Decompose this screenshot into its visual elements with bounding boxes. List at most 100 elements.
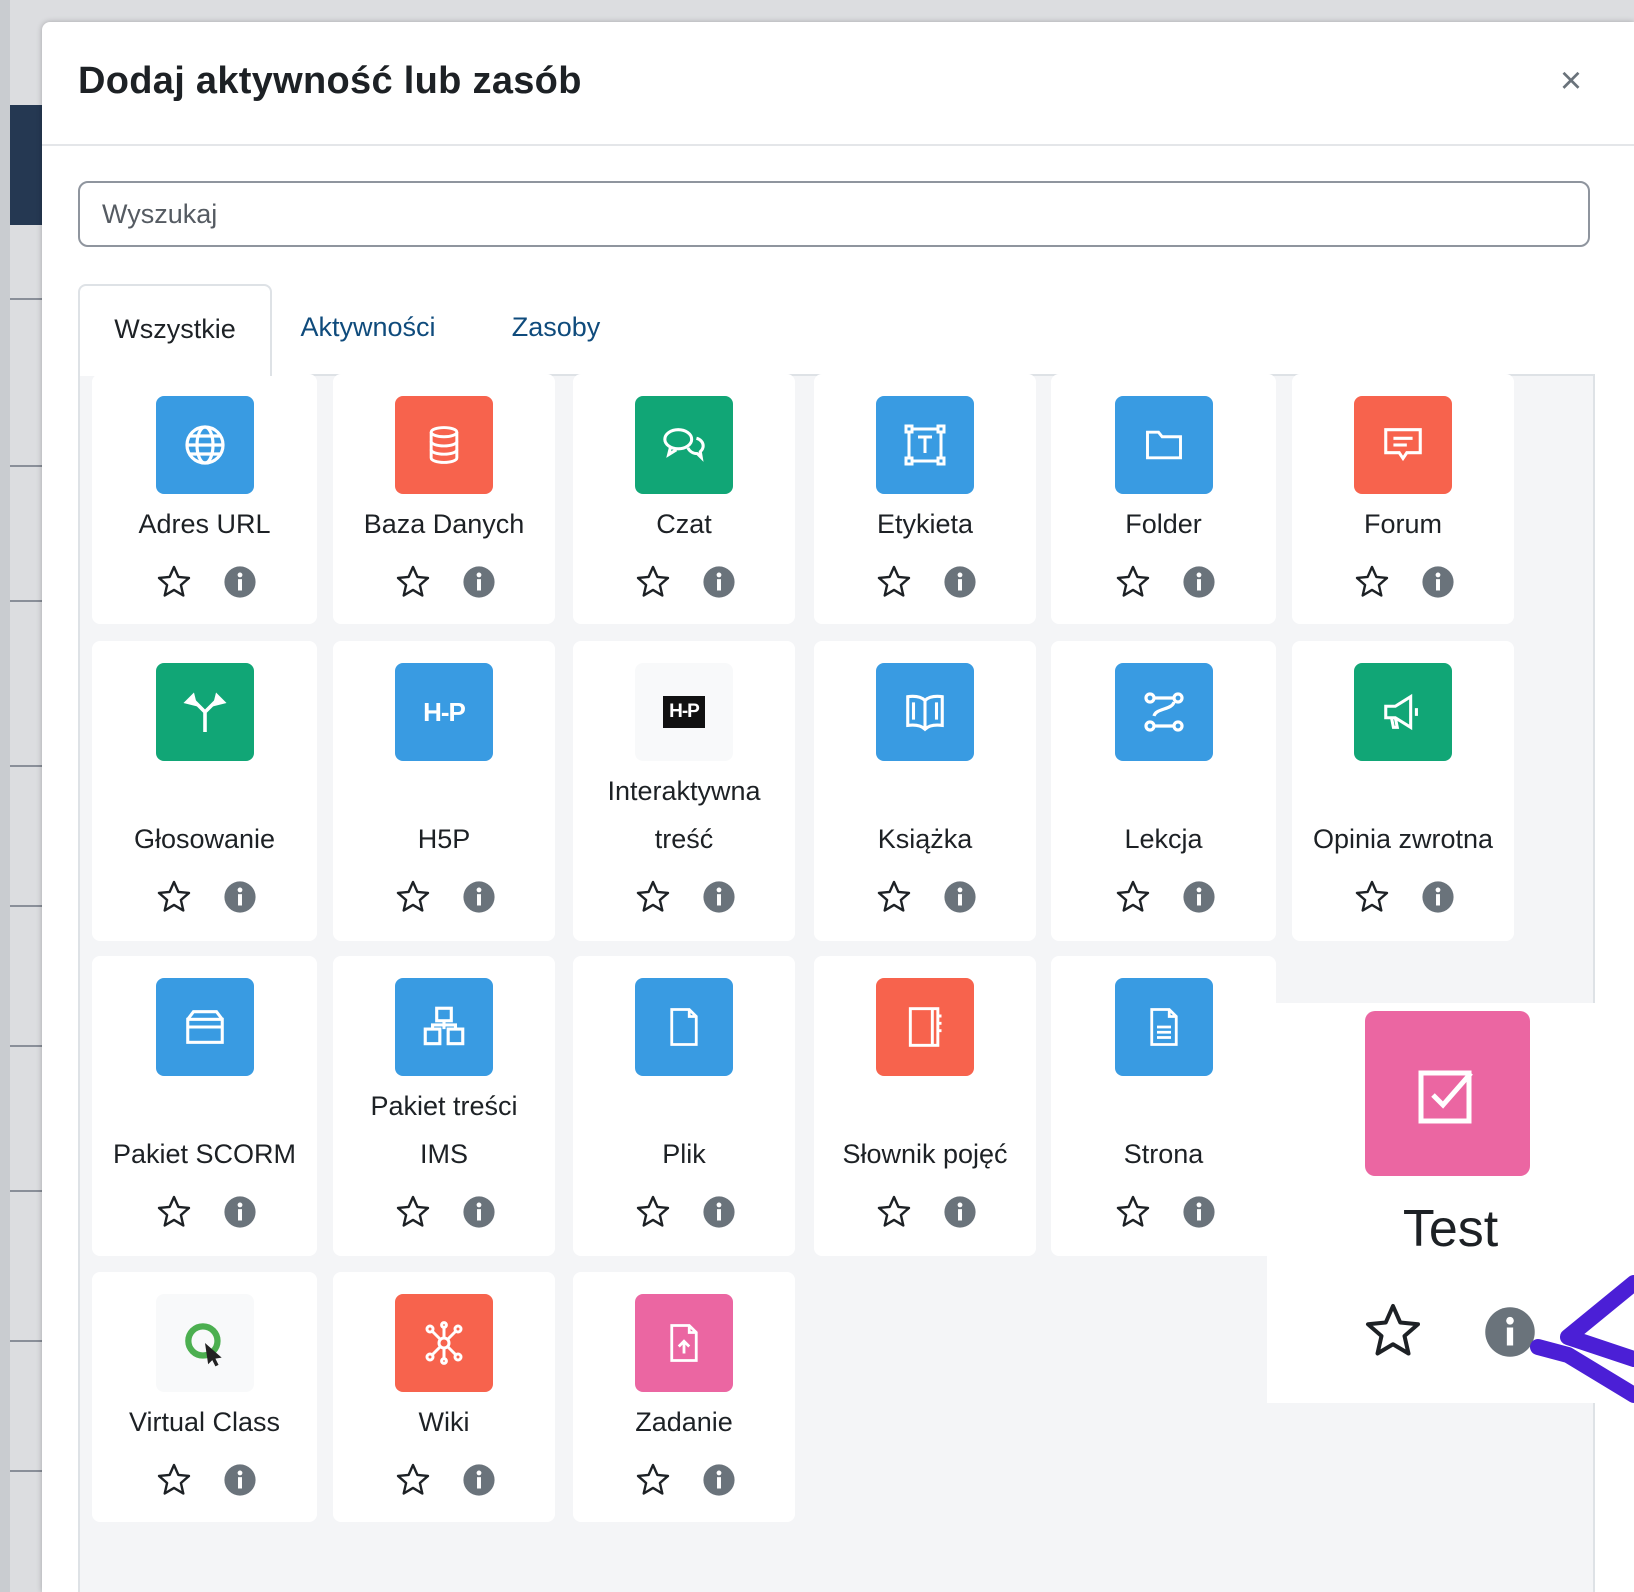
activity-label: Folder xyxy=(1125,509,1202,539)
activity-label: Strona xyxy=(1123,1139,1204,1169)
info-icon[interactable] xyxy=(223,1195,259,1231)
info-icon[interactable] xyxy=(1182,880,1218,916)
activity-card[interactable]: Plik xyxy=(573,956,795,1256)
file-icon xyxy=(635,978,733,1076)
info-icon[interactable] xyxy=(943,565,979,601)
close-button[interactable]: × xyxy=(1554,62,1588,100)
star-icon[interactable] xyxy=(395,879,431,915)
activity-label: Baza Danych xyxy=(363,509,525,539)
info-icon[interactable] xyxy=(223,1463,259,1499)
activity-card[interactable]: Pakiet treści IMS xyxy=(333,956,555,1256)
info-icon[interactable] xyxy=(702,880,738,916)
info-icon[interactable] xyxy=(702,1195,738,1231)
star-icon[interactable] xyxy=(395,1462,431,1498)
activity-card[interactable]: Baza Danych xyxy=(333,374,555,624)
chat-icon xyxy=(635,396,733,494)
add-activity-modal: Dodaj aktywność lub zasób × Wszystkie Ak… xyxy=(42,22,1634,1592)
star-icon[interactable] xyxy=(1363,1301,1423,1361)
activity-label: Głosowanie xyxy=(133,824,276,854)
star-icon[interactable] xyxy=(1115,879,1151,915)
star-icon[interactable] xyxy=(876,564,912,600)
assignment-icon xyxy=(635,1294,733,1392)
activity-card[interactable]: Głosowanie xyxy=(92,641,317,941)
activity-card[interactable]: Pakiet SCORM xyxy=(92,956,317,1256)
tab-activities[interactable]: Aktywności xyxy=(284,284,452,376)
star-icon[interactable] xyxy=(156,879,192,915)
info-icon[interactable] xyxy=(702,1463,738,1499)
database-icon xyxy=(395,396,493,494)
star-icon[interactable] xyxy=(156,1194,192,1230)
activity-card[interactable]: Forum xyxy=(1292,374,1514,624)
activity-label: Lekcja xyxy=(1124,824,1203,854)
star-icon[interactable] xyxy=(156,564,192,600)
activity-label: Książka xyxy=(877,824,973,854)
star-icon[interactable] xyxy=(635,1462,671,1498)
star-icon[interactable] xyxy=(635,564,671,600)
activity-card[interactable]: Opinia zwrotna xyxy=(1292,641,1514,941)
activity-card[interactable]: Książka xyxy=(814,641,1036,941)
activity-card[interactable]: Etykieta xyxy=(814,374,1036,624)
info-icon[interactable] xyxy=(462,1463,498,1499)
activity-label: Etykieta xyxy=(876,509,974,539)
star-icon[interactable] xyxy=(156,1462,192,1498)
h5p-dark-icon: H-P xyxy=(635,663,733,761)
activity-label: Czat xyxy=(656,509,712,539)
info-icon[interactable] xyxy=(462,565,498,601)
quiz-icon xyxy=(1365,1011,1530,1176)
activity-card[interactable]: Virtual Class xyxy=(92,1272,317,1522)
activity-label: Plik xyxy=(662,1139,706,1169)
activity-card[interactable]: H-P Interaktywna treść xyxy=(573,641,795,941)
activity-label: Virtual Class xyxy=(128,1407,281,1437)
forum-icon xyxy=(1354,396,1452,494)
activity-card[interactable]: Wiki xyxy=(333,1272,555,1522)
info-icon[interactable] xyxy=(943,1195,979,1231)
activity-label: Zadanie xyxy=(635,1407,733,1437)
info-icon[interactable] xyxy=(223,880,259,916)
star-icon[interactable] xyxy=(395,564,431,600)
package-cubes-icon xyxy=(395,978,493,1076)
activity-card[interactable]: Strona xyxy=(1051,956,1276,1256)
info-icon[interactable] xyxy=(462,880,498,916)
h5p-icon: H-P xyxy=(395,663,493,761)
folder-icon xyxy=(1114,396,1213,494)
star-icon[interactable] xyxy=(1115,1194,1151,1230)
star-icon[interactable] xyxy=(1115,564,1151,600)
activity-label: treść xyxy=(654,824,714,854)
info-icon[interactable] xyxy=(462,1195,498,1231)
star-icon[interactable] xyxy=(635,879,671,915)
star-icon[interactable] xyxy=(876,879,912,915)
star-icon[interactable] xyxy=(1354,564,1390,600)
star-icon[interactable] xyxy=(635,1194,671,1230)
activity-label: H5P xyxy=(417,824,471,854)
notebook-icon xyxy=(876,978,974,1076)
activity-card[interactable]: Słownik pojęć xyxy=(814,956,1036,1256)
activity-card[interactable]: Zadanie xyxy=(573,1272,795,1522)
wiki-icon xyxy=(395,1294,493,1392)
activity-label: Adres URL xyxy=(138,509,271,539)
info-icon[interactable] xyxy=(1421,880,1457,916)
info-icon[interactable] xyxy=(702,565,738,601)
info-icon[interactable] xyxy=(223,565,259,601)
star-icon[interactable] xyxy=(395,1194,431,1230)
annotation-arrow xyxy=(1530,1275,1634,1403)
box-icon xyxy=(155,978,254,1076)
activity-label: IMS xyxy=(419,1139,468,1169)
info-icon[interactable] xyxy=(1182,565,1218,601)
activity-card[interactable]: H-P H5P xyxy=(333,641,555,941)
info-icon[interactable] xyxy=(1182,1195,1218,1231)
tab-all[interactable]: Wszystkie xyxy=(78,284,272,376)
activity-card[interactable]: Adres URL xyxy=(92,374,317,624)
star-icon[interactable] xyxy=(1354,879,1390,915)
activity-card[interactable]: Lekcja xyxy=(1051,641,1276,941)
search-input[interactable] xyxy=(78,181,1590,247)
activity-label: Pakiet treści xyxy=(370,1091,518,1121)
activity-label: Opinia zwrotna xyxy=(1312,824,1494,854)
star-icon[interactable] xyxy=(876,1194,912,1230)
activity-card[interactable]: Czat xyxy=(573,374,795,624)
tab-resources[interactable]: Zasoby xyxy=(478,284,634,376)
info-icon[interactable] xyxy=(1421,565,1457,601)
megaphone-icon xyxy=(1354,663,1452,761)
globe-icon xyxy=(155,396,254,494)
info-icon[interactable] xyxy=(943,880,979,916)
activity-card[interactable]: Folder xyxy=(1051,374,1276,624)
